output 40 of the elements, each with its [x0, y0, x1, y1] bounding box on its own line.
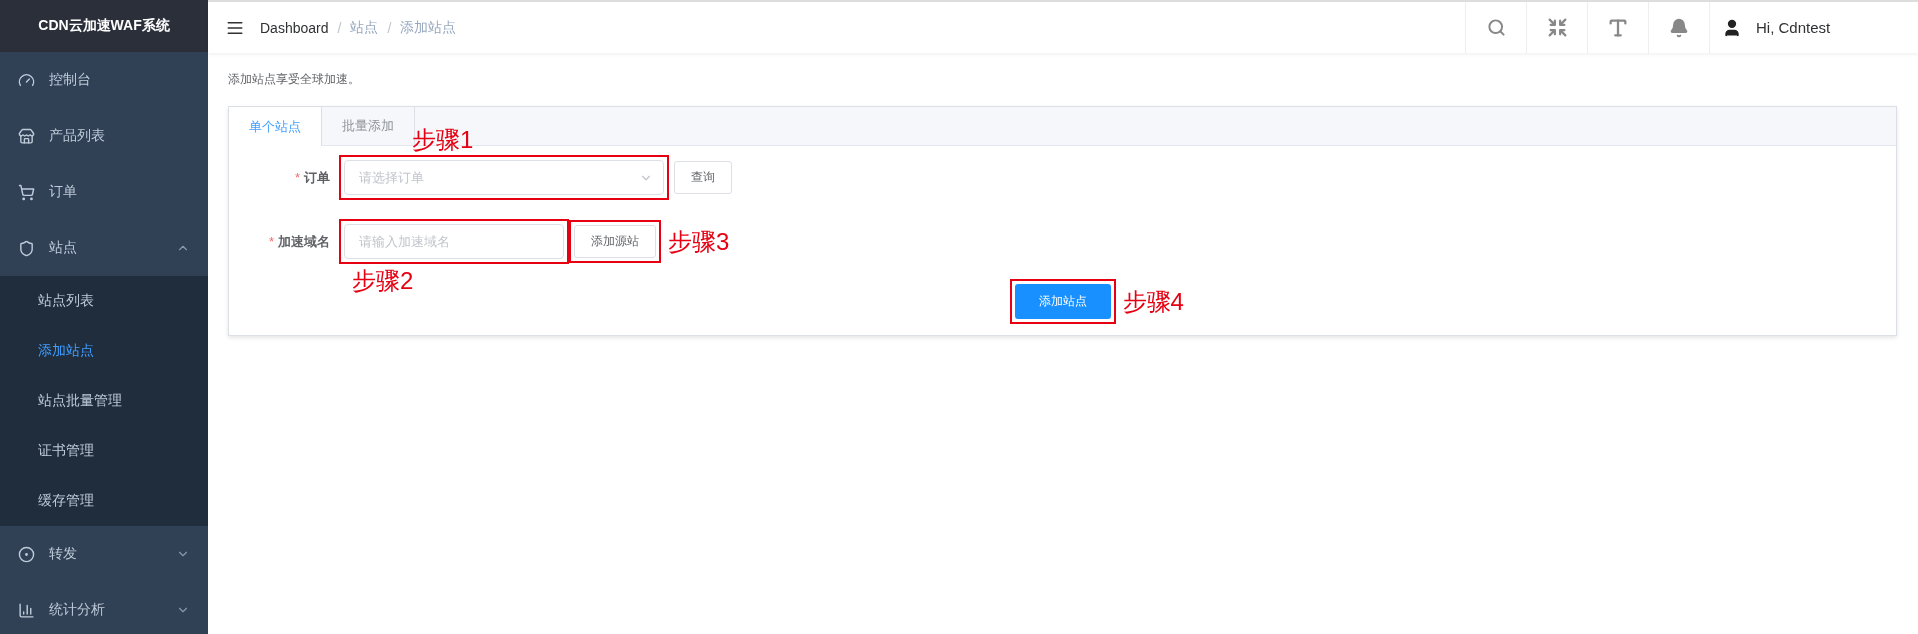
user-icon: [1722, 17, 1742, 38]
app-title: CDN云加速WAF系统: [0, 0, 208, 52]
annotation-label: 步骤4: [1122, 289, 1184, 314]
submenu-item[interactable]: 站点列表: [0, 276, 208, 326]
annotation-label: 步骤2: [352, 269, 414, 293]
gauge-icon: [18, 71, 35, 89]
cart-icon: [18, 183, 35, 201]
required-mark: *: [294, 169, 300, 185]
submenu-item[interactable]: 证书管理: [0, 426, 208, 476]
menu-item[interactable]: 产品列表: [0, 108, 208, 164]
required-mark: *: [268, 233, 274, 249]
menu-item[interactable]: 订单: [0, 164, 208, 220]
shrink-arrows-icon: [1546, 17, 1568, 38]
secondary-button[interactable]: 查询: [674, 161, 732, 194]
bell-icon: [1669, 17, 1689, 38]
submenu-item[interactable]: 添加站点: [0, 326, 208, 376]
input-field[interactable]: 请输入加速域名: [344, 224, 564, 259]
breadcrumb-item: 添加站点: [400, 18, 457, 37]
annotation-label: 步骤3: [668, 229, 730, 254]
search-icon: [1486, 18, 1506, 37]
page-description: 添加站点享受全球加速。: [228, 71, 361, 88]
breadcrumb-separator: /: [337, 19, 342, 36]
breadcrumb-separator: /: [387, 19, 392, 36]
field-label: 订单: [304, 169, 330, 185]
store-icon: [18, 127, 35, 145]
breadcrumb-item[interactable]: Dashboard: [260, 19, 329, 36]
shield-icon: [18, 239, 35, 257]
menu-item[interactable]: 站点: [0, 220, 208, 276]
secondary-button[interactable]: 添加源站: [574, 225, 656, 258]
submenu-item[interactable]: 站点批量管理: [0, 376, 208, 426]
menu-item[interactable]: 控制台: [0, 52, 208, 108]
menu-item[interactable]: 转发: [0, 526, 208, 582]
field-label: 加速域名: [278, 233, 330, 249]
bar-chart-icon: [18, 601, 35, 619]
target-icon: [18, 545, 35, 563]
annotation-label: 步骤1: [412, 128, 474, 152]
submenu-item[interactable]: 缓存管理: [0, 476, 208, 526]
menu-item[interactable]: 统计分析: [0, 582, 208, 634]
user-menu[interactable]: Hi, Cdntest: [1709, 2, 1900, 53]
breadcrumb-item: 站点: [350, 18, 379, 37]
